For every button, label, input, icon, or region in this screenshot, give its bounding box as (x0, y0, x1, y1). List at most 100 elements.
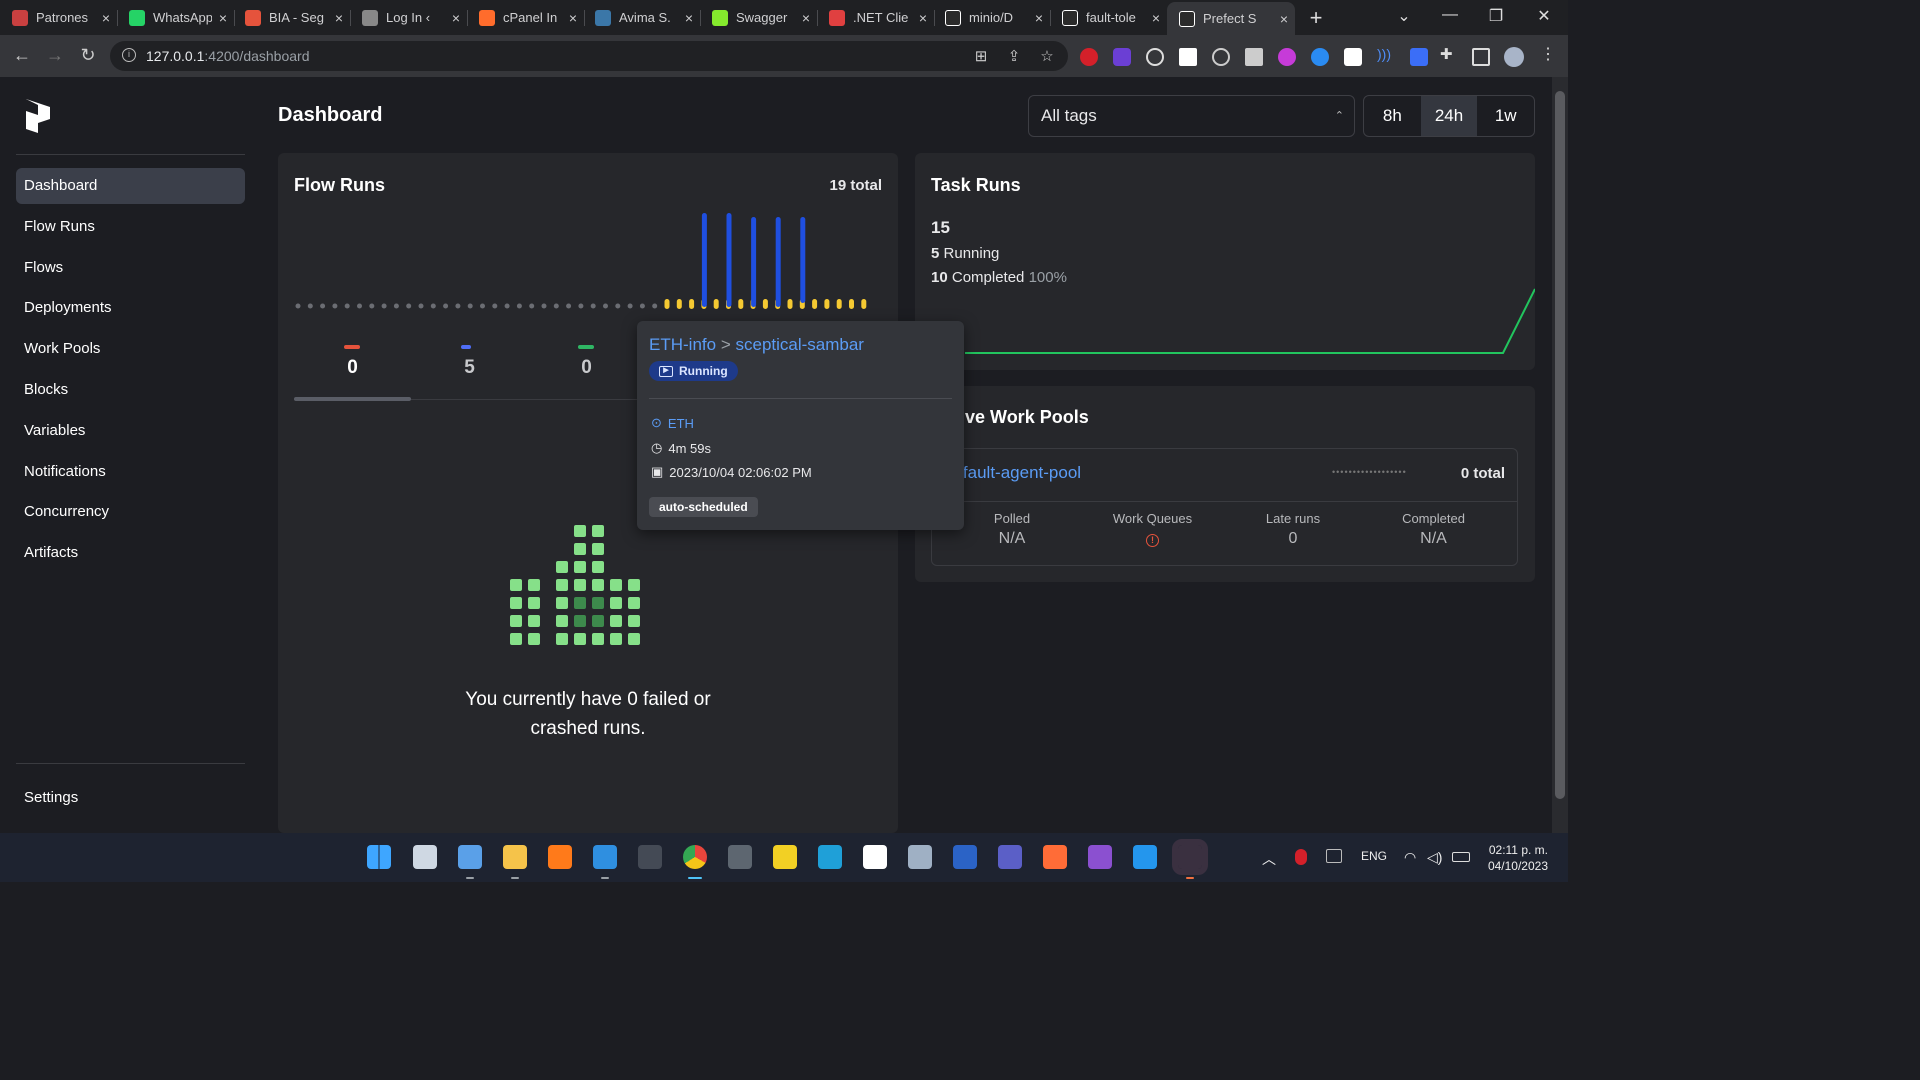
page-scrollbar[interactable] (1552, 77, 1568, 833)
extension-shield-icon[interactable] (1245, 48, 1263, 66)
scrollbar-thumb[interactable] (1555, 91, 1565, 799)
tab-8[interactable]: minio/D × (933, 4, 1050, 31)
forward-icon[interactable]: → (44, 45, 66, 66)
url-text[interactable]: 127.0.0.1:4200/dashboard (146, 48, 309, 64)
scheduled-bar[interactable] (713, 299, 719, 309)
tab-close-icon[interactable]: × (445, 10, 467, 26)
sidebar-item-flows[interactable]: Flows (16, 250, 245, 286)
empty-bucket-dot[interactable] (639, 303, 645, 309)
extension-adblock-icon[interactable] (1080, 48, 1098, 66)
empty-bucket-dot[interactable] (553, 303, 559, 309)
empty-bucket-dot[interactable] (295, 303, 301, 309)
range-1w-button[interactable]: 1w (1477, 96, 1534, 136)
sidebar-item-work-pools[interactable]: Work Pools (16, 331, 245, 367)
sidebar-item-deployments[interactable]: Deployments (16, 290, 245, 326)
empty-bucket-dot[interactable] (480, 303, 485, 309)
empty-bucket-dot[interactable] (516, 303, 522, 309)
tag-filter-select[interactable]: All tags ⌃⌄ (1028, 95, 1355, 162)
sidebar-item-artifacts[interactable]: Artifacts (16, 535, 245, 571)
tab-6[interactable]: Swagger × (700, 4, 817, 31)
work-pool-link[interactable]: default-agent-pool (944, 463, 1081, 483)
empty-bucket-dot[interactable] (541, 303, 547, 309)
tab-2[interactable]: BIA - Seg × (233, 4, 350, 31)
tab-close-icon[interactable]: × (212, 10, 234, 26)
wifi-icon[interactable]: ◠ (1404, 849, 1416, 866)
tab-4[interactable]: cPanel In × (467, 4, 584, 31)
scheduled-bar[interactable] (861, 299, 867, 309)
chrome-icon[interactable] (683, 845, 707, 869)
tab-search-icon[interactable]: ⌄ (1394, 6, 1414, 26)
scheduled-bar[interactable] (689, 299, 695, 309)
empty-bucket-dot[interactable] (590, 303, 596, 309)
empty-bucket-dot[interactable] (627, 303, 633, 309)
scheduled-bar[interactable] (787, 299, 793, 309)
bitwarden-app-icon[interactable] (863, 845, 887, 869)
stat-tab-1[interactable]: 5 (411, 343, 528, 393)
volume-icon[interactable]: ◁) (1427, 849, 1442, 866)
docker-icon[interactable] (1133, 845, 1157, 869)
photos-icon[interactable] (458, 845, 482, 869)
system-clock[interactable]: 02:11 p. m. 04/10/2023 (1484, 842, 1548, 874)
site-info-icon[interactable]: i (122, 48, 136, 62)
extension-wave-icon[interactable]: ))) (1377, 46, 1395, 64)
tab-1[interactable]: WhatsApp × (117, 4, 234, 31)
empty-bucket-dot[interactable] (344, 303, 350, 309)
start-icon[interactable] (367, 845, 391, 869)
tray-chevron-icon[interactable]: ︿ (1262, 849, 1276, 869)
sidebar-item-concurrency[interactable]: Concurrency (16, 494, 245, 530)
side-panel-icon[interactable] (1472, 48, 1490, 66)
running-bar[interactable] (751, 217, 757, 307)
empty-bucket-dot[interactable] (381, 303, 387, 309)
empty-bucket-dot[interactable] (492, 303, 498, 309)
minimize-icon[interactable]: — (1440, 6, 1460, 24)
tab-3[interactable]: Log In ‹ × (350, 4, 467, 31)
translate-icon[interactable]: ⊞ (972, 47, 990, 65)
stat-tab-0[interactable]: 0 (294, 343, 411, 393)
range-8h-button[interactable]: 8h (1364, 96, 1421, 136)
prefect-app-icon[interactable] (1172, 839, 1208, 875)
empty-bucket-dot[interactable] (406, 303, 412, 309)
range-24h-button[interactable]: 24h (1420, 96, 1478, 136)
tab-close-icon[interactable]: × (328, 10, 350, 26)
teams-icon[interactable] (998, 845, 1022, 869)
reload-icon[interactable]: ↻ (77, 45, 99, 66)
tray-antivirus-icon[interactable] (1295, 849, 1307, 865)
sidebar-item-blocks[interactable]: Blocks (16, 372, 245, 408)
tab-7[interactable]: .NET Clie × (817, 4, 934, 31)
bookmark-star-icon[interactable]: ☆ (1038, 47, 1056, 65)
file-explorer-icon[interactable] (503, 845, 527, 869)
maximize-icon[interactable]: ❐ (1486, 6, 1506, 26)
tab-close-icon[interactable]: × (1028, 10, 1050, 26)
visual-studio-icon[interactable] (1088, 845, 1112, 869)
running-bar[interactable] (701, 213, 707, 307)
browser-menu-icon[interactable]: ⋮ (1540, 44, 1558, 63)
empty-bucket-dot[interactable] (504, 303, 510, 309)
scheduled-bar[interactable] (738, 299, 744, 309)
empty-bucket-dot[interactable] (615, 303, 621, 309)
tab-9[interactable]: fault-tole × (1050, 4, 1167, 31)
running-bar[interactable] (800, 217, 806, 303)
warning-circle-icon[interactable]: ! (1146, 534, 1159, 547)
scheduled-bar[interactable] (762, 299, 768, 309)
extension-target-icon[interactable] (1212, 48, 1230, 66)
empty-bucket-dot[interactable] (430, 303, 436, 309)
vscode-icon[interactable] (593, 845, 617, 869)
extension-box-icon[interactable] (1344, 48, 1362, 66)
extension-react-icon[interactable] (1146, 48, 1164, 66)
running-bar[interactable] (726, 213, 732, 307)
tab-10[interactable]: Prefect S × (1167, 2, 1295, 35)
extension-blue-icon[interactable] (1311, 48, 1329, 66)
extension-bitwarden-icon[interactable] (1410, 48, 1428, 66)
scheduled-bar[interactable] (824, 299, 830, 309)
tab-close-icon[interactable]: × (678, 10, 700, 26)
running-bar[interactable] (775, 217, 781, 307)
word-icon[interactable] (953, 845, 977, 869)
back-icon[interactable]: ← (11, 45, 33, 66)
tooltip-flow-link[interactable]: ETH-info (649, 335, 716, 354)
empty-bucket-dot[interactable] (455, 303, 461, 309)
tooltip-deployment[interactable]: ⊙ ETH (651, 415, 694, 431)
tag-chip[interactable]: auto-scheduled (649, 497, 758, 517)
tab-0[interactable]: Patrones × (0, 4, 117, 31)
tab-close-icon[interactable]: × (1145, 10, 1167, 26)
empty-bucket-dot[interactable] (369, 303, 375, 309)
